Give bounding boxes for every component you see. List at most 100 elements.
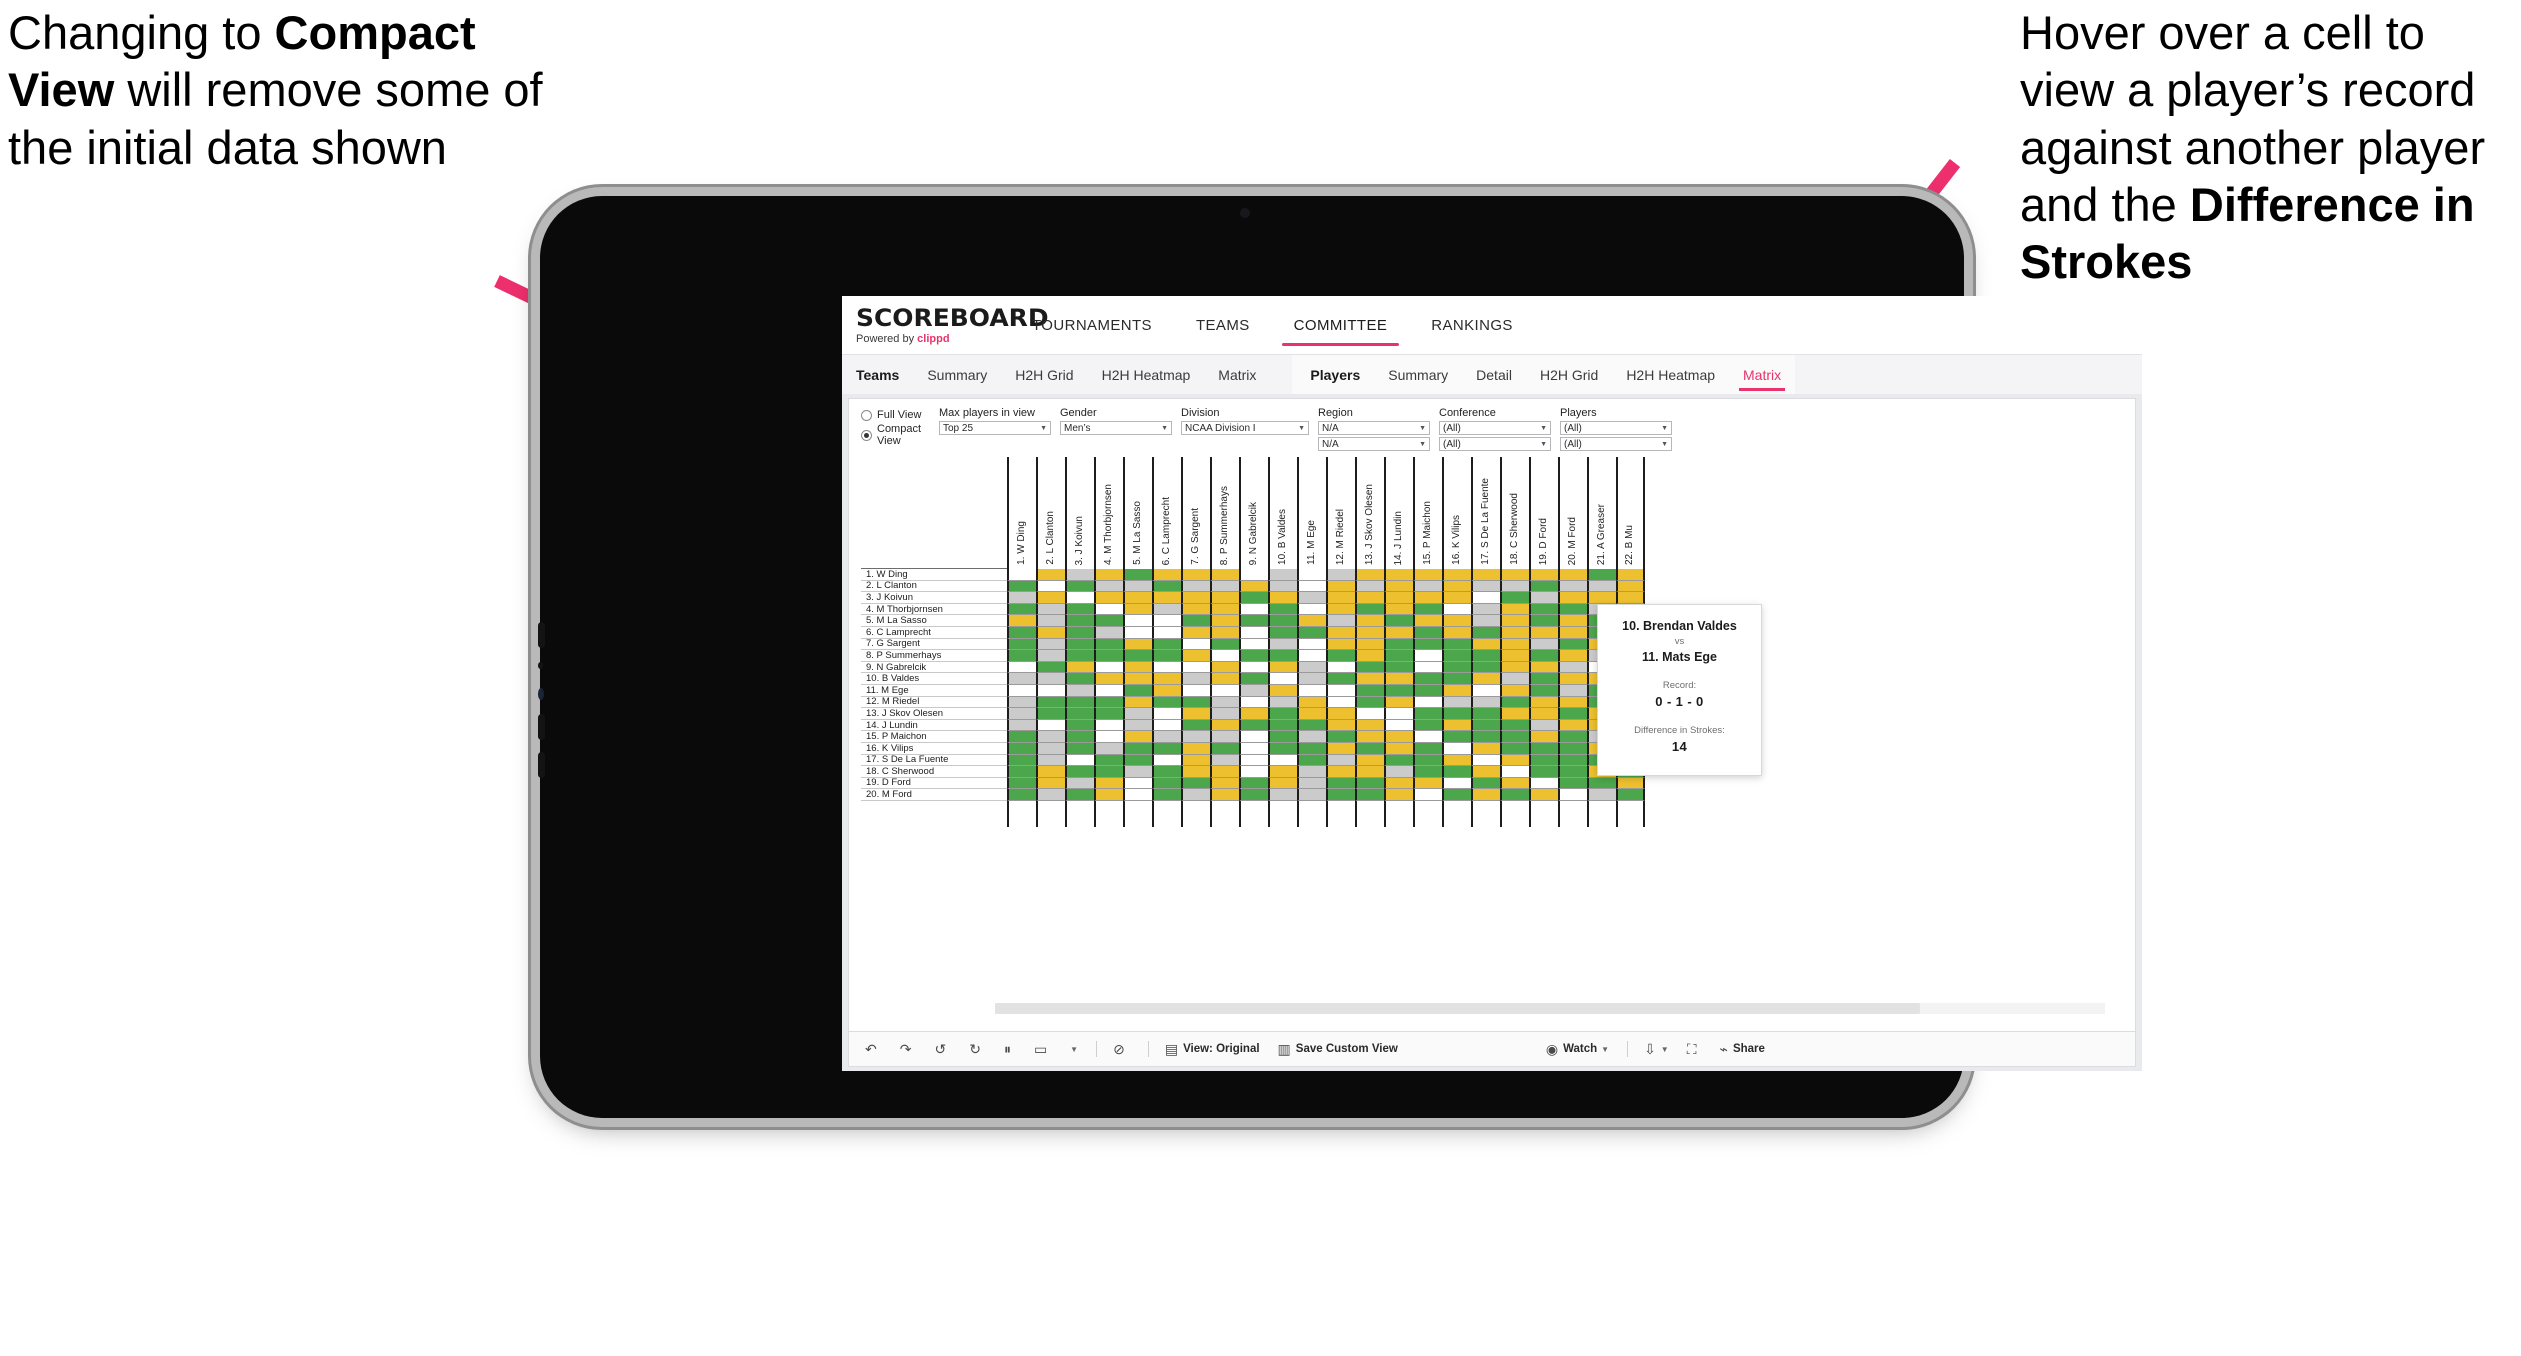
matrix-cell[interactable] xyxy=(1094,673,1123,685)
matrix-row-header[interactable]: 1. W Ding xyxy=(861,569,1007,581)
matrix-cell[interactable] xyxy=(1268,650,1297,662)
matrix-cell[interactable] xyxy=(1036,661,1065,674)
save-custom-view-button[interactable]: ▥ Save Custom View xyxy=(1278,1042,1398,1056)
matrix-cell[interactable] xyxy=(1326,650,1355,662)
matrix-cell[interactable] xyxy=(1558,638,1587,651)
matrix-cell[interactable] xyxy=(1239,626,1268,639)
matrix-cell[interactable] xyxy=(1500,777,1529,790)
matrix-cell[interactable] xyxy=(1065,626,1094,639)
matrix-cell[interactable] xyxy=(1268,661,1297,674)
matrix-cell[interactable] xyxy=(1065,789,1094,801)
matrix-cell[interactable] xyxy=(1413,638,1442,651)
matrix-cell[interactable] xyxy=(1529,789,1558,801)
matrix-cell[interactable] xyxy=(1036,696,1065,709)
matrix-cell[interactable] xyxy=(1558,766,1587,778)
matrix-cell[interactable] xyxy=(1413,696,1442,709)
filter-select-gender-1[interactable]: Men’s ▼ xyxy=(1060,421,1172,435)
matrix-col-header[interactable]: 9. N Gabrelcik xyxy=(1239,457,1268,569)
matrix-cell[interactable] xyxy=(1558,661,1587,674)
matrix-cell[interactable] xyxy=(1210,708,1239,720)
matrix-cell[interactable] xyxy=(1094,789,1123,801)
matrix-cell[interactable] xyxy=(1326,661,1355,674)
matrix-cell[interactable] xyxy=(1297,684,1326,697)
matrix-cell[interactable] xyxy=(1471,684,1500,697)
share-button[interactable]: ⌁ Share xyxy=(1720,1042,1765,1056)
matrix-cell[interactable] xyxy=(1152,789,1181,801)
matrix-cell[interactable] xyxy=(1210,684,1239,697)
app-logo[interactable]: SCOREBOARD Powered by clippd xyxy=(842,296,1049,354)
matrix-cell[interactable] xyxy=(1384,626,1413,639)
matrix-row-header[interactable]: 12. M Riedel xyxy=(861,696,1007,709)
matrix-cell[interactable] xyxy=(1036,603,1065,616)
matrix-cell[interactable] xyxy=(1500,719,1529,732)
matrix-cell[interactable] xyxy=(1558,684,1587,697)
matrix-cell[interactable] xyxy=(1094,569,1123,581)
matrix-cell[interactable] xyxy=(1355,592,1384,604)
matrix-cell[interactable] xyxy=(1616,777,1645,790)
matrix-cell[interactable] xyxy=(1152,742,1181,755)
matrix-cell[interactable] xyxy=(1181,696,1210,709)
matrix-cell[interactable] xyxy=(1529,580,1558,593)
matrix-cell[interactable] xyxy=(1326,673,1355,685)
matrix-cell[interactable] xyxy=(1355,650,1384,662)
matrix-cell[interactable] xyxy=(1036,673,1065,685)
matrix-cell[interactable] xyxy=(1355,661,1384,674)
matrix-cell[interactable] xyxy=(1181,650,1210,662)
matrix-cell[interactable] xyxy=(1007,696,1036,709)
matrix-col-header[interactable]: 6. C Lamprecht xyxy=(1152,457,1181,569)
matrix-cell[interactable] xyxy=(1413,569,1442,581)
subtab-teams[interactable]: Teams xyxy=(842,355,913,395)
matrix-cell[interactable] xyxy=(1181,708,1210,720)
matrix-cell[interactable] xyxy=(1442,638,1471,651)
matrix-cell[interactable] xyxy=(1355,569,1384,581)
matrix-cell[interactable] xyxy=(1065,742,1094,755)
matrix-row-header[interactable]: 20. M Ford xyxy=(861,789,1007,801)
matrix-cell[interactable] xyxy=(1384,777,1413,790)
matrix-cell[interactable] xyxy=(1558,696,1587,709)
matrix-cell[interactable] xyxy=(1181,638,1210,651)
matrix-cell[interactable] xyxy=(1326,731,1355,743)
matrix-cell[interactable] xyxy=(1181,777,1210,790)
subtab-matrix[interactable]: Matrix xyxy=(1729,355,1795,395)
matrix-cell[interactable] xyxy=(1181,569,1210,581)
matrix-cell[interactable] xyxy=(1094,754,1123,767)
matrix-cell[interactable] xyxy=(1471,638,1500,651)
matrix-cell[interactable] xyxy=(1094,719,1123,732)
matrix-cell[interactable] xyxy=(1007,569,1036,581)
matrix-cell[interactable] xyxy=(1558,603,1587,616)
matrix-row-header[interactable]: 11. M Ege xyxy=(861,685,1007,697)
subtab-h2h-heatmap[interactable]: H2H Heatmap xyxy=(1088,355,1205,395)
fullscreen-button[interactable]: ⛶ xyxy=(1687,1042,1702,1056)
matrix-cell[interactable] xyxy=(1500,626,1529,639)
matrix-cell[interactable] xyxy=(1239,708,1268,720)
matrix-cell[interactable] xyxy=(1384,569,1413,581)
matrix-cell[interactable] xyxy=(1007,603,1036,616)
revert-icon[interactable]: ↺ xyxy=(934,1042,951,1056)
matrix-cell[interactable] xyxy=(1123,603,1152,616)
matrix-cell[interactable] xyxy=(1239,580,1268,593)
matrix-cell[interactable] xyxy=(1181,673,1210,685)
matrix-cell[interactable] xyxy=(1268,766,1297,778)
matrix-cell[interactable] xyxy=(1297,603,1326,616)
toolbar-dropdown-caret-icon[interactable]: ▼ xyxy=(1070,1045,1078,1054)
matrix-cell[interactable] xyxy=(1123,626,1152,639)
matrix-cell[interactable] xyxy=(1210,638,1239,651)
matrix-cell[interactable] xyxy=(1123,719,1152,732)
matrix-cell[interactable] xyxy=(1384,684,1413,697)
matrix-cell[interactable] xyxy=(1413,650,1442,662)
matrix-cell[interactable] xyxy=(1442,569,1471,581)
matrix-cell[interactable] xyxy=(1007,592,1036,604)
matrix-cell[interactable] xyxy=(1123,696,1152,709)
matrix-cell[interactable] xyxy=(1500,638,1529,651)
matrix-cell[interactable] xyxy=(1471,569,1500,581)
matrix-cell[interactable] xyxy=(1500,742,1529,755)
matrix-cell[interactable] xyxy=(1123,580,1152,593)
matrix-cell[interactable] xyxy=(1500,615,1529,627)
matrix-cell[interactable] xyxy=(1181,789,1210,801)
matrix-cell[interactable] xyxy=(1210,777,1239,790)
matrix-row-header[interactable]: 17. S De La Fuente xyxy=(861,754,1007,767)
matrix-cell[interactable] xyxy=(1558,650,1587,662)
matrix-cell[interactable] xyxy=(1529,650,1558,662)
matrix-cell[interactable] xyxy=(1384,603,1413,616)
matrix-cell[interactable] xyxy=(1123,661,1152,674)
